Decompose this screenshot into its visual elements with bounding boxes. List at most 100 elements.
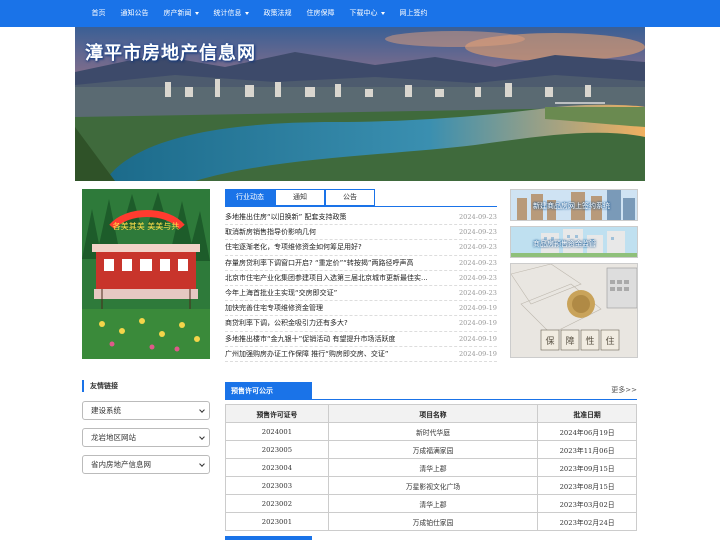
tab-1[interactable]: 通知 bbox=[275, 189, 325, 206]
news-title[interactable]: 多地推出楼市“金九银十”促销活动 有望提升市场活跃度 bbox=[225, 334, 395, 344]
chevron-down-icon bbox=[199, 461, 205, 467]
news-date: 2024-09-23 bbox=[458, 213, 497, 222]
promo-text: 各美其美 美美与共 bbox=[113, 221, 180, 231]
nav-item[interactable]: 通知公告 bbox=[113, 0, 156, 27]
tile-char-2: 障 bbox=[565, 335, 574, 347]
table-row[interactable]: 2024001 新时代华庭 2024年06月19日 bbox=[225, 422, 637, 441]
next-section-tab bbox=[225, 536, 312, 540]
select-label: 建设系统 bbox=[91, 406, 121, 415]
select-longyan-sites[interactable]: 龙岩地区网站 bbox=[82, 428, 210, 447]
news-item[interactable]: 多地推出楼市“金九银十”促销活动 有望提升市场活跃度 2024-09-19 bbox=[225, 332, 497, 347]
cell-project-name[interactable]: 新时代华庭 bbox=[327, 422, 539, 441]
nav-item[interactable]: 住房保障 bbox=[299, 0, 342, 27]
news-item[interactable]: 广州加强购房办证工作保障 推行“购房即交房、交证” 2024-09-19 bbox=[225, 347, 497, 362]
banner-online-contract-system[interactable]: 新建商品房网上签约系统 bbox=[510, 189, 638, 221]
nav-item-label: 政策法规 bbox=[263, 9, 292, 17]
cell-license-no: 2023005 bbox=[225, 440, 329, 459]
cell-approval-date: 2023年09月15日 bbox=[537, 458, 637, 477]
cell-license-no: 2023001 bbox=[225, 512, 329, 531]
news-item[interactable]: 住宅逐渐老化，专项维修资金如何筹足用好? 2024-09-23 bbox=[225, 240, 497, 256]
col-approval-date: 批准日期 bbox=[537, 404, 637, 423]
news-title[interactable]: 今年上海首批业主实现“交房即交证” bbox=[225, 288, 337, 298]
promo-poster-image[interactable]: 各美其美 美美与共 bbox=[82, 189, 210, 359]
news-title[interactable]: 多地推出住房“以旧换新” 配套支持政策 bbox=[225, 212, 346, 222]
banner: 漳平市房地产信息网 bbox=[75, 27, 645, 181]
presale-section-header: 预售许可公示 更多>> bbox=[225, 382, 637, 400]
col-project-name: 项目名称 bbox=[327, 404, 539, 423]
nav-menu: 首页 通知公告 房产新闻 统计信息 政策法规 住房保障 下载中心 网上签约 bbox=[84, 0, 435, 27]
table-row[interactable]: 2023001 万成铂仕家园 2023年02月24日 bbox=[225, 512, 637, 531]
table-row[interactable]: 2023002 清华上郡 2023年03月02日 bbox=[225, 494, 637, 513]
news-title[interactable]: 住宅逐渐老化，专项维修资金如何筹足用好? bbox=[225, 242, 362, 252]
table-row[interactable]: 2023004 清华上郡 2023年09月15日 bbox=[225, 458, 637, 477]
nav-item[interactable]: 网上签约 bbox=[392, 0, 435, 27]
cell-approval-date: 2023年02月24日 bbox=[537, 512, 637, 531]
banner-label: 商品房预售资金监管 bbox=[533, 240, 596, 248]
cell-approval-date: 2024年06月19日 bbox=[537, 422, 637, 441]
cell-project-name[interactable]: 清华上郡 bbox=[327, 494, 539, 513]
news-item[interactable]: 今年上海首批业主实现“交房即交证” 2024-09-23 bbox=[225, 286, 497, 302]
banner-label: 新建商品房网上签约系统 bbox=[533, 202, 610, 210]
select-label: 省内房地产信息网 bbox=[91, 460, 151, 469]
nav-item[interactable]: 首页 bbox=[84, 0, 113, 27]
news-title[interactable]: 商贷利率下调，公积金吸引力还有多大? bbox=[225, 318, 348, 328]
cell-project-name[interactable]: 清华上郡 bbox=[327, 458, 539, 477]
cell-license-no: 2023002 bbox=[225, 494, 329, 513]
news-date: 2024-09-23 bbox=[458, 258, 497, 267]
news-title[interactable]: 存量房贷利率下调窗口开启? “重定价”“转按揭”两路径呼声高 bbox=[225, 258, 413, 268]
cell-project-name[interactable]: 万星影视文化广场 bbox=[327, 476, 539, 495]
presale-tab[interactable]: 预售许可公示 bbox=[225, 382, 312, 400]
nav-item[interactable]: 房产新闻 bbox=[156, 0, 206, 27]
chevron-down-icon bbox=[199, 407, 205, 413]
tab-2[interactable]: 公告 bbox=[325, 189, 375, 206]
caret-down-icon bbox=[194, 11, 199, 15]
friend-links-heading: 友情链接 bbox=[82, 380, 210, 392]
banner-affordable-housing[interactable]: 保 障 性 住 bbox=[510, 263, 638, 358]
banner-presale-fund-supervision[interactable]: 商品房预售资金监管 bbox=[510, 226, 638, 258]
select-construction-system[interactable]: 建设系统 bbox=[82, 401, 210, 420]
nav-item-label: 房产新闻 bbox=[163, 9, 192, 17]
news-date: 2024-09-19 bbox=[458, 304, 497, 313]
tab-underline bbox=[225, 206, 497, 207]
news-title[interactable]: 北京市住宅产业化集团参建项目入选第三届北京城市更新最佳实... bbox=[225, 273, 428, 283]
table-header-row: 预售许可证号 项目名称 批准日期 bbox=[225, 404, 637, 423]
news-item[interactable]: 存量房贷利率下调窗口开启? “重定价”“转按揭”两路径呼声高 2024-09-23 bbox=[225, 256, 497, 271]
cell-approval-date: 2023年11月06日 bbox=[537, 440, 637, 459]
news-item[interactable]: 加快完善住宅专项维修资金管理 2024-09-19 bbox=[225, 301, 497, 317]
cell-project-name[interactable]: 万成铂仕家园 bbox=[327, 512, 539, 531]
chevron-down-icon bbox=[199, 434, 205, 440]
cell-approval-date: 2023年03月02日 bbox=[537, 494, 637, 513]
cell-approval-date: 2023年08月15日 bbox=[537, 476, 637, 495]
tile-char-1: 保 bbox=[545, 335, 554, 347]
top-nav: 首页 通知公告 房产新闻 统计信息 政策法规 住房保障 下载中心 网上签约 bbox=[0, 0, 720, 27]
nav-item[interactable]: 下载中心 bbox=[342, 0, 392, 27]
cell-project-name[interactable]: 万成福满家园 bbox=[327, 440, 539, 459]
caret-down-icon bbox=[244, 11, 249, 15]
presale-table: 预售许可证号 项目名称 批准日期 2024001 新时代华庭 2024年06月19日… bbox=[225, 404, 637, 531]
news-date: 2024-09-23 bbox=[458, 243, 497, 252]
select-label: 龙岩地区网站 bbox=[91, 433, 136, 442]
news-title[interactable]: 加快完善住宅专项维修资金管理 bbox=[225, 303, 323, 313]
news-date: 2024-09-19 bbox=[458, 319, 497, 328]
news-date: 2024-09-23 bbox=[458, 289, 497, 298]
news-item[interactable]: 取消新房销售指导价影响几何 2024-09-23 bbox=[225, 225, 497, 241]
news-title[interactable]: 取消新房销售指导价影响几何 bbox=[225, 227, 316, 237]
nav-item[interactable]: 政策法规 bbox=[256, 0, 299, 27]
news-tabs: 行业动态 通知 公告 bbox=[225, 189, 375, 206]
news-title[interactable]: 广州加强购房办证工作保障 推行“购房即交房、交证” bbox=[225, 349, 388, 359]
nav-item[interactable]: 统计信息 bbox=[206, 0, 256, 27]
news-item[interactable]: 多地推出住房“以旧换新” 配套支持政策 2024-09-23 bbox=[225, 210, 497, 226]
nav-item-label: 通知公告 bbox=[120, 9, 149, 17]
nav-item-label: 统计信息 bbox=[213, 9, 242, 17]
cell-license-no: 2024001 bbox=[225, 422, 329, 441]
table-row[interactable]: 2023005 万成福满家园 2023年11月06日 bbox=[225, 440, 637, 459]
cell-license-no: 2023004 bbox=[225, 458, 329, 477]
nav-item-label: 网上签约 bbox=[399, 9, 428, 17]
select-provincial-sites[interactable]: 省内房地产信息网 bbox=[82, 455, 210, 474]
news-item[interactable]: 商贷利率下调，公积金吸引力还有多大? 2024-09-19 bbox=[225, 316, 497, 332]
more-link[interactable]: 更多>> bbox=[611, 385, 637, 395]
table-row[interactable]: 2023003 万星影视文化广场 2023年08月15日 bbox=[225, 476, 637, 495]
news-item[interactable]: 北京市住宅产业化集团参建项目入选第三届北京城市更新最佳实... 2024-09-2… bbox=[225, 271, 497, 286]
tab-0[interactable]: 行业动态 bbox=[225, 189, 275, 206]
tile-char-4: 住 bbox=[605, 335, 614, 347]
